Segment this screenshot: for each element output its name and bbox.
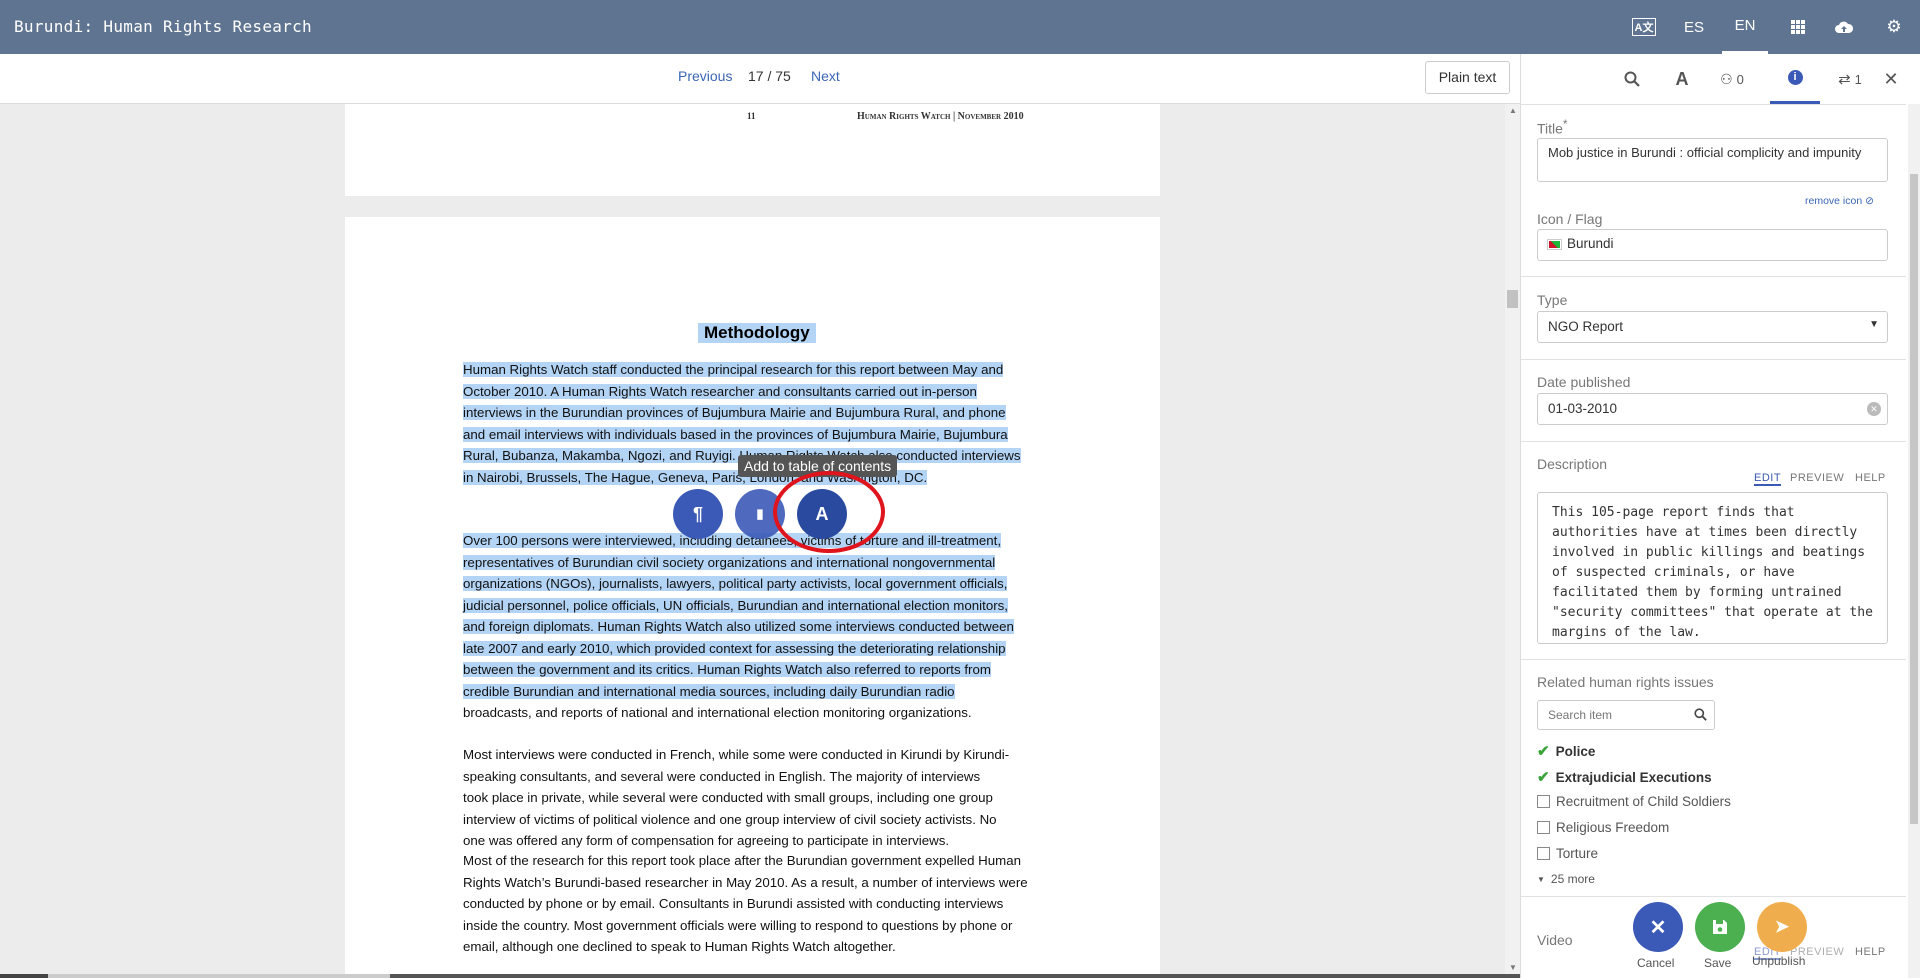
metadata-panel: A ⚇ 0 i ⇄ 1 ✕ Title* Mob justice in Burund… (1520, 54, 1920, 978)
document-toolbar: Previous 17 / 75 Next (0, 54, 1520, 104)
highlight-ring (773, 471, 885, 553)
close-icon[interactable]: ✕ (1876, 54, 1906, 104)
eye-slash-icon: ⊘ (1865, 195, 1874, 207)
search-icon[interactable] (1611, 54, 1653, 104)
type-select[interactable]: NGO Report ▼ (1537, 311, 1888, 343)
next-page-link[interactable]: Next (811, 68, 840, 84)
panel-scrollbar[interactable] (1908, 104, 1920, 978)
paper-plane-icon: ➤ (1774, 917, 1790, 936)
issue-police[interactable]: ✔ Police (1537, 742, 1595, 760)
document-viewer: 11 Human Rights Watch | November 2010 Me… (0, 104, 1505, 974)
checkbox[interactable] (1537, 821, 1550, 834)
paragraph-2: Over 100 persons were interviewed, inclu… (463, 533, 1014, 720)
date-published-label: Date published (1537, 374, 1631, 390)
date-published-field[interactable]: 01-03-2010 ✕ (1537, 393, 1888, 425)
gear-icon[interactable]: ⚙ (1876, 0, 1912, 54)
checkbox[interactable] (1537, 847, 1550, 860)
hierarchy-icon: ⚇ (1720, 70, 1733, 87)
save-icon (1713, 920, 1727, 934)
viewer-scrollbar[interactable]: ▲ ▼ (1505, 104, 1520, 974)
page-number: 11 (747, 111, 756, 121)
video-help-tab[interactable]: HELP (1855, 946, 1886, 958)
cancel-button[interactable]: ✕ (1633, 902, 1683, 952)
issue-religious-freedom[interactable]: Religious Freedom (1537, 820, 1669, 835)
type-label: Type (1537, 292, 1568, 308)
toc-icon[interactable]: A (1661, 54, 1703, 104)
top-bar: Burundi: Human Rights Research A文 ES EN … (0, 0, 1920, 54)
paragraph-4: Most of the research for this report too… (463, 853, 1028, 954)
cloud-upload-icon[interactable] (1826, 0, 1862, 54)
translate-icon[interactable]: A文 (1626, 0, 1662, 54)
page-position: 17 / 75 (748, 68, 791, 84)
previous-page-link[interactable]: Previous (678, 68, 732, 84)
save-label: Save (1704, 956, 1732, 970)
dropdown-arrow-icon: ▼ (1869, 319, 1879, 330)
issue-torture[interactable]: Torture (1537, 846, 1598, 861)
description-edit-tab[interactable]: EDIT (1754, 472, 1782, 486)
description-preview-tab[interactable]: PREVIEW (1790, 472, 1844, 484)
video-label: Video (1537, 932, 1573, 948)
icon-flag-label: Icon / Flag (1537, 211, 1603, 227)
check-icon: ✔ (1537, 769, 1550, 786)
show-more-issues[interactable]: ▼ 25 more (1537, 872, 1595, 886)
issue-recruitment-child-soldiers[interactable]: Recruitment of Child Soldiers (1537, 794, 1731, 809)
section-heading: Methodology (698, 323, 816, 343)
page-header: Human Rights Watch | November 2010 (857, 111, 1024, 122)
unpublish-label: Unpublish (1752, 954, 1806, 968)
language-en[interactable]: EN (1722, 0, 1768, 54)
current-page: Methodology Human Rights Watch staff con… (345, 217, 1160, 974)
language-es[interactable]: ES (1676, 0, 1712, 54)
search-icon (1694, 708, 1707, 721)
previous-page: 11 Human Rights Watch | November 2010 (345, 104, 1160, 196)
horizontal-scrollbar[interactable] (0, 974, 1520, 978)
tab-relationships[interactable]: ⚇ 0 (1707, 54, 1757, 104)
grid-icon[interactable] (1780, 0, 1816, 54)
cancel-label: Cancel (1637, 956, 1675, 970)
clear-date-icon[interactable]: ✕ (1867, 402, 1881, 416)
burundi-flag-icon (1547, 238, 1562, 250)
title-label: Title* (1537, 118, 1568, 137)
unpublish-button[interactable]: ➤ (1757, 902, 1807, 952)
remove-icon-link[interactable]: remove icon ⊘ (1805, 195, 1874, 207)
caret-down-icon: ▼ (1537, 874, 1545, 884)
plain-text-button[interactable]: Plain text (1425, 61, 1510, 94)
paragraph-tool-button[interactable]: ¶ (673, 489, 723, 539)
title-field[interactable]: Mob justice in Burundi : official compli… (1537, 138, 1888, 182)
app-title: Burundi: Human Rights Research (14, 17, 312, 36)
info-icon[interactable]: i (1770, 54, 1820, 104)
description-help-tab[interactable]: HELP (1855, 472, 1886, 484)
check-icon: ✔ (1537, 743, 1550, 760)
close-icon: ✕ (1649, 916, 1667, 939)
checkbox[interactable] (1537, 795, 1550, 808)
icon-flag-field[interactable]: Burundi (1537, 229, 1888, 261)
description-textarea[interactable]: This 105-page report finds that authorit… (1537, 492, 1888, 644)
tab-connections[interactable]: ⇄ 1 (1825, 54, 1875, 104)
paragraph-3: Most interviews were conducted in French… (463, 747, 1010, 848)
issues-search-input[interactable]: Search item (1537, 700, 1715, 730)
issue-extrajudicial-executions[interactable]: ✔ Extrajudicial Executions (1537, 768, 1712, 786)
exchange-icon: ⇄ (1838, 71, 1851, 88)
description-label: Description (1537, 456, 1608, 472)
save-button[interactable] (1695, 902, 1745, 952)
related-issues-label: Related human rights issues (1537, 674, 1714, 690)
